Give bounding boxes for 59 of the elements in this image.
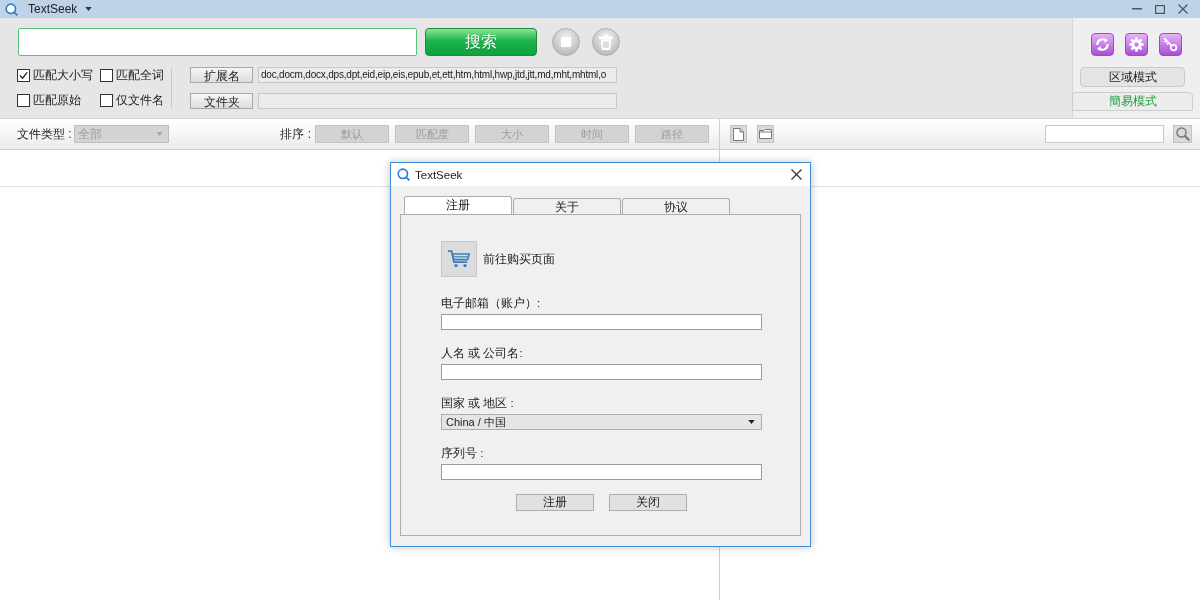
checkbox[interactable] [100, 68, 113, 82]
filter-button[interactable]: 文件夹 [190, 93, 253, 109]
checkbox-label: 仅文件名 [116, 92, 164, 109]
filter-field[interactable] [258, 93, 617, 109]
app-logo-icon [5, 2, 18, 16]
maximize-icon [1154, 4, 1165, 14]
minimize-icon [1131, 8, 1142, 10]
folder-button[interactable] [757, 125, 774, 143]
dialog-button[interactable]: 注册 [516, 494, 594, 511]
refresh-icon [1095, 37, 1110, 52]
dialog-tab[interactable]: 关于 [513, 198, 621, 214]
caret-icon [748, 420, 755, 424]
field-label: 序列号 : [441, 446, 484, 460]
folder-icon [759, 129, 772, 139]
stop-icon [561, 37, 571, 47]
search-button[interactable] [1173, 125, 1192, 143]
settings-icon [1129, 37, 1144, 52]
checkbox[interactable] [17, 94, 30, 107]
dialog-tab[interactable]: 注册 [404, 196, 512, 214]
filter-field[interactable]: doc,docm,docx,dps,dpt,eid,eip,eis,epub,et,ett,htm,html,hwp,jtd,jtt,md,mht,mhtml,o [258, 67, 617, 83]
key-icon [1163, 37, 1178, 52]
checkbox-label: 匹配大小写 [33, 66, 93, 84]
checkbox[interactable] [100, 94, 113, 107]
checkbox[interactable] [17, 68, 30, 82]
filter-button[interactable]: 扩展名 [190, 67, 253, 83]
search-icon [1175, 127, 1190, 141]
search-field[interactable] [1045, 125, 1164, 143]
file-type-label: 文件类型 : [17, 125, 72, 143]
file-button[interactable] [730, 125, 747, 143]
caret-icon[interactable] [85, 7, 93, 11]
checkbox-label: 匹配原始 [33, 92, 81, 109]
trash-icon [599, 34, 613, 50]
search-input[interactable] [18, 28, 417, 56]
field-label: 人名 或 公司名: [441, 346, 523, 360]
cart-icon [448, 250, 470, 268]
dialog-button[interactable]: 关闭 [609, 494, 687, 511]
refresh-button[interactable] [1091, 33, 1114, 56]
checkmark-icon [19, 70, 28, 80]
close-icon [790, 169, 802, 180]
close-icon [1177, 4, 1188, 14]
app-logo-icon [397, 168, 410, 181]
field-label: 电子邮箱（账户）: [441, 296, 541, 310]
key-button[interactable] [1159, 33, 1182, 56]
dialog-tab[interactable]: 协议 [622, 198, 730, 214]
cart-button[interactable] [441, 241, 477, 277]
app-title: TextSeek [28, 2, 78, 16]
caret-icon [155, 132, 163, 136]
file-icon [733, 127, 744, 141]
input-field[interactable] [441, 314, 762, 330]
checkbox-label: 匹配全词 [116, 66, 164, 84]
mode-tab[interactable]: 区域模式 [1080, 67, 1185, 87]
dialog-title: TextSeek [415, 167, 463, 182]
field-label: 国家 或 地区 : [441, 396, 514, 410]
sort-label: 排序 : [280, 125, 311, 143]
country-dropdown[interactable]: China / 中国 [441, 414, 762, 430]
buy-page-link[interactable]: 前往购买页面 [483, 251, 555, 267]
input-field[interactable] [441, 464, 762, 480]
input-field[interactable] [441, 364, 762, 380]
settings-button[interactable] [1125, 33, 1148, 56]
